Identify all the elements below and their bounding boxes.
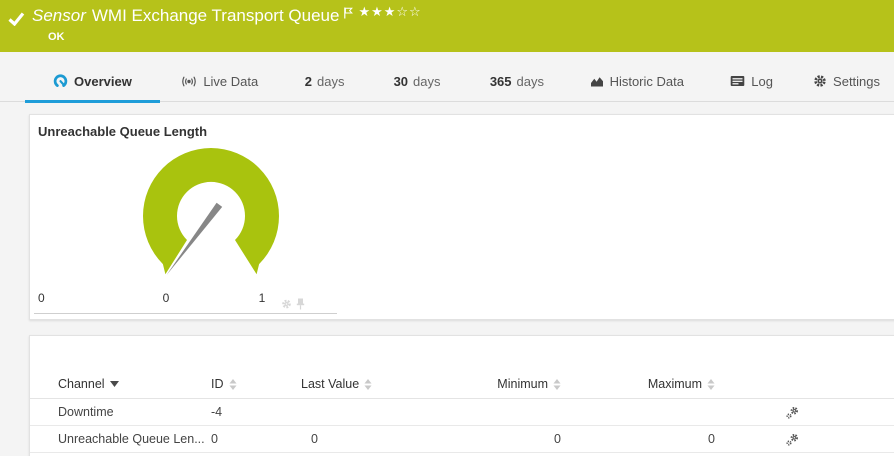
tab-label: days (517, 74, 544, 89)
channel-table: Channel ID Last Value Minimum Maximum (30, 370, 894, 453)
tab-label: Overview (74, 74, 132, 89)
sort-both-icon (364, 379, 372, 390)
channel-settings-icon[interactable] (786, 406, 799, 419)
column-label: Last Value (301, 377, 359, 391)
gauge-scale-max: 1 (259, 291, 266, 305)
tab-number: 2 (305, 74, 312, 89)
pin-icon[interactable] (296, 298, 305, 310)
tab-label: Settings (833, 74, 880, 89)
tab-live-data[interactable]: Live Data (160, 60, 280, 102)
sort-both-icon (707, 379, 715, 390)
live-signal-icon (181, 75, 197, 88)
log-list-icon (730, 75, 745, 87)
tab-30-days[interactable]: 30 days (370, 60, 465, 102)
priority-stars[interactable]: ★★★☆☆ (358, 6, 421, 20)
tab-label: Live Data (203, 74, 258, 89)
gauge-chart: 0 1 (116, 121, 306, 311)
tab-bar: Overview Live Data 2 days 30 days 365 da… (0, 60, 894, 102)
gauge-corner-toolbar (281, 298, 305, 310)
area-chart-icon (590, 75, 604, 87)
sort-both-icon (553, 379, 561, 390)
channel-id: 0 (211, 432, 301, 446)
table-row[interactable]: Unreachable Queue Len... 0 0 0 0 (30, 426, 894, 453)
tab-settings[interactable]: Settings (799, 60, 894, 102)
tab-label: Log (751, 74, 773, 89)
column-header-minimum[interactable]: Minimum (411, 377, 561, 391)
sensor-header-bar: Sensor WMI Exchange Transport Queue ★★★☆… (0, 0, 894, 52)
tab-log[interactable]: Log (704, 60, 799, 102)
sort-both-icon (229, 379, 237, 390)
tab-overview[interactable]: Overview (25, 60, 160, 102)
tab-label: days (413, 74, 440, 89)
object-kind-label: Sensor (32, 6, 86, 26)
graph-baseline (34, 313, 337, 314)
channel-minimum: 0 (411, 432, 561, 446)
channel-maximum: 0 (561, 432, 715, 446)
column-label: Channel (58, 377, 105, 391)
channel-name: Unreachable Queue Len... (58, 432, 211, 446)
graph-axis-zero-label: 0 (38, 291, 45, 305)
sort-desc-icon (110, 381, 119, 387)
gear-icon (813, 74, 827, 88)
channel-name: Downtime (58, 405, 211, 419)
tab-365-days[interactable]: 365 days (464, 60, 569, 102)
gauge-scale-min: 0 (163, 291, 170, 305)
gauge-settings-gear-icon[interactable] (281, 298, 292, 310)
column-header-channel[interactable]: Channel (58, 377, 211, 391)
column-label: Minimum (497, 377, 548, 391)
tab-number: 365 (490, 74, 512, 89)
channel-table-panel: Channel ID Last Value Minimum Maximum (29, 335, 894, 456)
column-label: ID (211, 377, 224, 391)
page-title: WMI Exchange Transport Queue (92, 6, 340, 26)
flag-icon[interactable] (343, 7, 353, 19)
column-label: Maximum (648, 377, 702, 391)
tab-label: days (317, 74, 344, 89)
gauge-panel: Unreachable Queue Length 0 1 0 (29, 114, 894, 320)
status-badge: OK (48, 31, 65, 43)
status-check-icon (8, 11, 25, 26)
tab-2-days[interactable]: 2 days (280, 60, 370, 102)
sensor-overview-page: Sensor WMI Exchange Transport Queue ★★★☆… (0, 0, 894, 456)
gauge-icon (53, 74, 68, 89)
table-header-row: Channel ID Last Value Minimum Maximum (30, 370, 894, 399)
column-header-id[interactable]: ID (211, 377, 301, 391)
tab-historic-data[interactable]: Historic Data (569, 60, 704, 102)
channel-last-value: 0 (301, 432, 411, 446)
tab-number: 30 (394, 74, 408, 89)
tab-label: Historic Data (610, 74, 684, 89)
sensor-header-line: Sensor WMI Exchange Transport Queue ★★★☆… (8, 6, 422, 26)
table-row[interactable]: Downtime -4 (30, 399, 894, 426)
column-header-last-value[interactable]: Last Value (301, 377, 411, 391)
column-header-maximum[interactable]: Maximum (561, 377, 715, 391)
channel-settings-icon[interactable] (786, 433, 799, 446)
channel-id: -4 (211, 405, 301, 419)
